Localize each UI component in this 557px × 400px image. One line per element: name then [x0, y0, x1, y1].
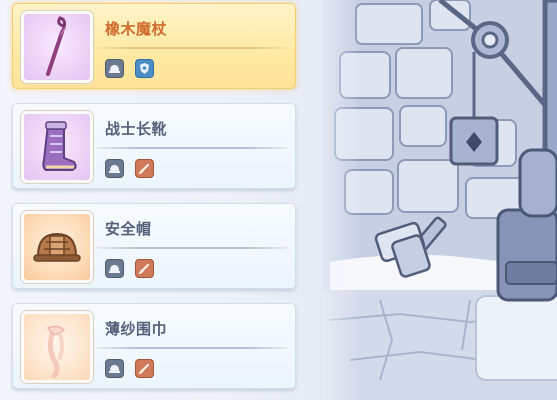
helmet-rank-icon: [105, 359, 124, 378]
divider: [97, 247, 287, 249]
item-thumbnail: [21, 111, 93, 183]
sword-type-icon: [135, 259, 154, 278]
item-name: 安全帽: [105, 220, 152, 238]
scarf-icon: [46, 325, 66, 379]
boot-icon: [42, 121, 77, 171]
wand-icon: [46, 16, 67, 76]
item-name: 战士长靴: [105, 120, 168, 138]
divider: [97, 347, 287, 349]
hardhat-icon: [33, 232, 81, 262]
sword-type-icon: [135, 159, 154, 178]
item-name: 薄纱围巾: [105, 320, 168, 338]
helmet-rank-icon: [105, 159, 124, 178]
item-thumbnail: [21, 311, 93, 383]
divider: [97, 147, 287, 149]
item-name: 橡木魔杖: [105, 20, 168, 38]
item-card-warrior-boots[interactable]: 战士长靴: [12, 103, 296, 189]
item-thumbnail: [21, 11, 93, 83]
divider: [97, 47, 287, 49]
shield-type-icon: [135, 59, 154, 78]
item-card-gauze-scarf[interactable]: 薄纱围巾: [12, 303, 296, 389]
item-card-hard-hat[interactable]: 安全帽: [12, 203, 296, 289]
item-card-oak-wand[interactable]: 橡木魔杖: [12, 3, 296, 89]
item-thumbnail: [21, 211, 93, 283]
helmet-rank-icon: [105, 59, 124, 78]
helmet-rank-icon: [105, 259, 124, 278]
sword-type-icon: [135, 359, 154, 378]
